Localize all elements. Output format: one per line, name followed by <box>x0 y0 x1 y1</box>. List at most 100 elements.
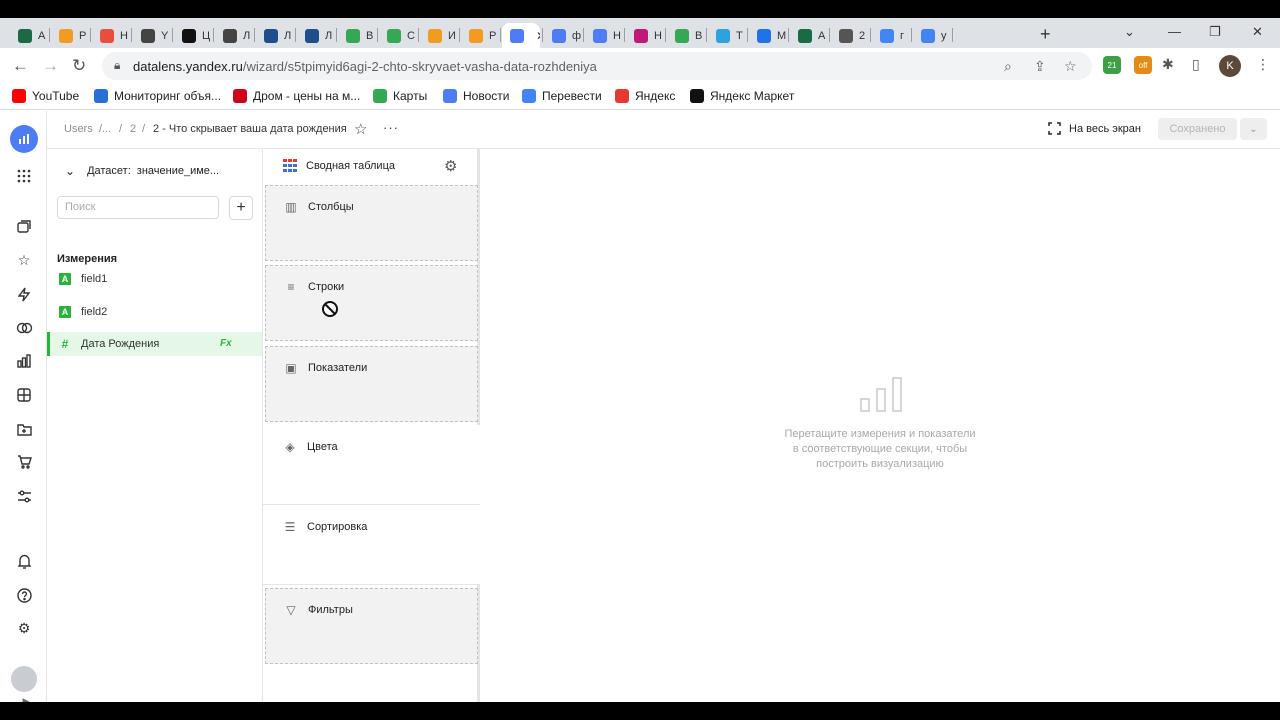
expand-rail-icon[interactable]: ▶ <box>16 691 36 703</box>
datalens-logo-icon[interactable] <box>10 125 38 153</box>
close-window-icon[interactable]: ✕ <box>1252 24 1263 40</box>
section-filters[interactable]: ▽ Фильтры <box>265 588 478 664</box>
apps-grid-icon[interactable] <box>14 166 34 186</box>
browser-tab[interactable]: H <box>92 23 129 48</box>
new-tab-button[interactable]: + <box>1040 24 1051 45</box>
close-tab-icon[interactable]: ✕ <box>536 29 540 43</box>
drom-icon <box>233 89 247 103</box>
favorites-star-icon[interactable]: ☆ <box>14 250 34 270</box>
browser-tab[interactable]: ✕ <box>502 23 540 48</box>
section-measures[interactable]: ▣ Показатели <box>265 346 478 422</box>
section-colors[interactable]: ◈ Цвета <box>263 425 480 505</box>
browser-tab[interactable]: И <box>420 23 457 48</box>
reload-icon[interactable]: ↻ <box>72 56 86 76</box>
bookmark-item[interactable]: Яндекс Маркет <box>690 89 794 103</box>
url-text[interactable]: datalens.yandex.ru/wizard/s5tpimyid6agi-… <box>133 59 597 74</box>
browser-tab[interactable]: Л <box>215 23 252 48</box>
charts-icon[interactable] <box>14 351 34 371</box>
bookmark-item[interactable]: Дром - цены на м... <box>233 89 360 103</box>
youtube-icon <box>12 89 26 103</box>
notifications-bell-icon[interactable] <box>14 551 34 571</box>
url-host: datalens.yandex.ru <box>133 59 243 74</box>
bookmark-item[interactable]: Новости <box>443 89 509 103</box>
files-folder-icon[interactable] <box>14 419 34 439</box>
connections-bolt-icon[interactable] <box>14 284 34 304</box>
visualization-type-label: Сводная таблица <box>306 159 395 172</box>
browser-tab[interactable]: В <box>667 23 704 48</box>
browser-tab[interactable]: М <box>749 23 786 48</box>
profile-avatar[interactable]: K <box>1219 55 1241 77</box>
favorite-star-icon[interactable]: ☆ <box>354 120 367 138</box>
browser-tab[interactable]: Т <box>708 23 745 48</box>
side-panel-icon[interactable]: ▯ <box>1192 56 1200 73</box>
visualization-settings-gear-icon[interactable]: ⚙ <box>444 157 457 175</box>
zoom-icon[interactable]: ⌕ <box>1004 58 1012 75</box>
section-sort[interactable]: ☰ Сортировка <box>263 505 480 585</box>
save-button[interactable]: Сохранено <box>1158 118 1237 140</box>
back-icon[interactable]: ← <box>12 56 29 76</box>
more-actions-icon[interactable]: ··· <box>383 120 399 135</box>
restore-icon[interactable]: ❐ <box>1209 24 1221 40</box>
field-item-field1[interactable]: A field1 <box>47 267 262 291</box>
puzzle-icon[interactable]: ✱ <box>1162 56 1174 73</box>
add-field-button[interactable]: + <box>229 196 253 220</box>
bookmark-item[interactable]: Яндекс <box>615 89 675 103</box>
bookmark-label: Дром - цены на м... <box>253 89 361 103</box>
minimize-icon[interactable]: — <box>1168 24 1181 39</box>
extension-off-icon[interactable]: off <box>1134 56 1152 74</box>
visualization-type-selector[interactable]: Сводная таблица <box>283 159 395 172</box>
extension-badge-icon[interactable]: 21 <box>1103 56 1121 74</box>
browser-tab[interactable]: В <box>338 23 375 48</box>
browser-tab[interactable]: Y <box>133 23 170 48</box>
browser-tab[interactable]: Н <box>585 23 622 48</box>
dashboards-icon[interactable] <box>14 385 34 405</box>
field-item-birth-date[interactable]: # Дата Рождения Fx <box>47 332 262 356</box>
measure-icon: ▣ <box>285 361 297 375</box>
breadcrumb-folder[interactable]: 2 <box>130 123 136 135</box>
telegram-icon <box>716 28 730 43</box>
bookmark-item[interactable]: YouTube <box>12 89 79 103</box>
settings-gear-icon[interactable]: ⚙ <box>14 618 34 638</box>
browser-tab[interactable]: Н <box>626 23 663 48</box>
browser-tab[interactable]: С <box>379 23 416 48</box>
empty-state-line-3: построить визуализацию <box>816 458 944 470</box>
lock-icon: 🔒︎ <box>114 58 121 72</box>
bookmark-item[interactable]: Мониторинг объя... <box>94 89 221 103</box>
browser-tab[interactable]: у <box>913 23 950 48</box>
fullscreen-button[interactable]: На весь экран <box>1048 122 1141 135</box>
save-options-chevron-icon[interactable]: ⌄ <box>1240 118 1267 140</box>
browser-tab[interactable]: P <box>461 23 498 48</box>
settings-sliders-icon[interactable] <box>14 486 34 506</box>
share-icon[interactable]: ⇪ <box>1034 58 1046 75</box>
help-question-icon[interactable] <box>14 585 34 605</box>
breadcrumb-users[interactable]: Users <box>64 123 93 135</box>
field-item-field2[interactable]: A field2 <box>47 300 262 324</box>
bookmark-star-icon[interactable]: ☆ <box>1064 58 1077 75</box>
browser-tab[interactable]: A <box>10 23 47 48</box>
dataset-selector[interactable]: ⌄ Датасет: значение_име... <box>65 164 219 178</box>
bookmark-item[interactable]: Перевести <box>522 89 602 103</box>
field-search-input[interactable]: Поиск <box>57 196 219 219</box>
browser-tab[interactable]: Л <box>297 23 334 48</box>
tab-search-icon[interactable]: ⌄ <box>1124 24 1135 40</box>
user-avatar[interactable] <box>11 666 37 692</box>
browser-tab[interactable]: ф <box>544 23 581 48</box>
field-label: Дата Рождения <box>81 338 160 350</box>
datasets-rings-icon[interactable] <box>14 318 34 338</box>
bookmark-item[interactable]: Карты <box>373 89 427 103</box>
marketplace-cart-icon[interactable] <box>14 452 34 472</box>
forward-icon[interactable]: → <box>42 56 59 76</box>
breadcrumb-ellipsis[interactable]: /... <box>99 123 111 135</box>
tab-separator <box>90 28 91 42</box>
section-rows[interactable]: ≡ Строки <box>265 265 478 341</box>
browser-tab[interactable]: P <box>51 23 88 48</box>
browser-tab[interactable]: г <box>872 23 909 48</box>
browser-tab[interactable]: А <box>790 23 827 48</box>
section-columns[interactable]: ▥ Столбцы <box>265 185 478 261</box>
browser-tab[interactable]: Ц <box>174 23 211 48</box>
address-bar[interactable]: 🔒︎ datalens.yandex.ru/wizard/s5tpimyid6a… <box>102 52 1092 80</box>
browser-tab[interactable]: 2 <box>831 23 868 48</box>
browser-tab[interactable]: Л <box>256 23 293 48</box>
menu-kebab-icon[interactable]: ⋮ <box>1256 56 1270 73</box>
collections-icon[interactable] <box>14 217 34 237</box>
